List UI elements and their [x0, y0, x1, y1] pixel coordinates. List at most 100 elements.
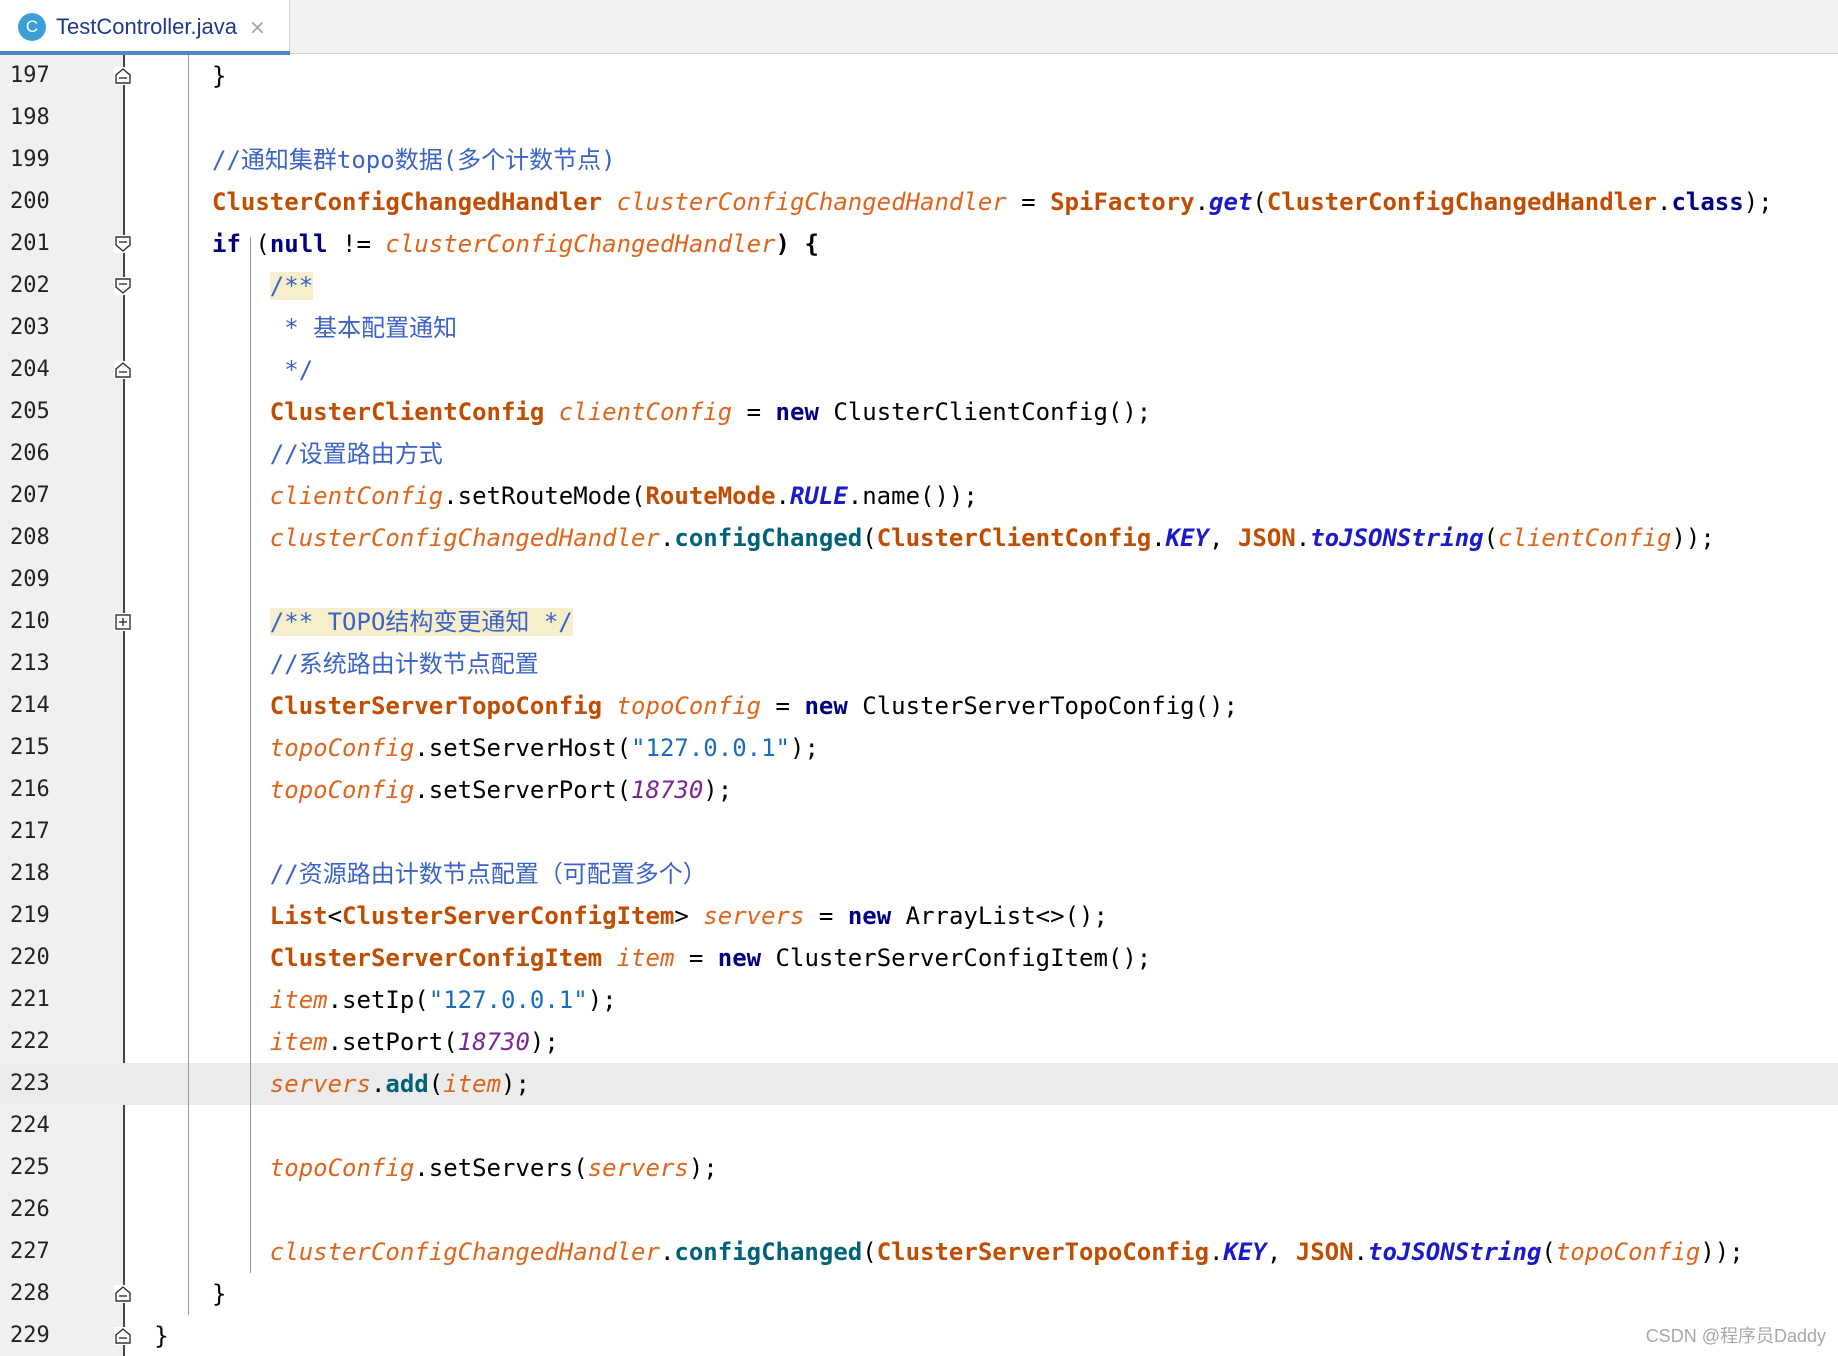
fold-start-icon[interactable] — [114, 235, 132, 253]
code-token: topoConfig — [269, 776, 415, 804]
line-number: 213 — [10, 651, 50, 676]
code-line[interactable]: 210 /** TOPO结构变更通知 */ — [0, 601, 1838, 643]
code-text: clientConfig.setRouteMode(RouteMode.RULE… — [270, 475, 978, 517]
code-line[interactable]: 200 ClusterConfigChangedHandler clusterCo… — [0, 181, 1838, 223]
code-token: != — [327, 230, 386, 258]
code-line[interactable]: 201 if (null != clusterConfigChangedHandl… — [0, 223, 1838, 265]
code-token: //通知集群topo数据(多个计数节点) — [212, 146, 616, 174]
code-token: ( — [428, 1070, 444, 1098]
code-line[interactable]: 225 topoConfig.setServers(servers); — [0, 1147, 1838, 1189]
fold-expand-icon[interactable] — [114, 613, 132, 631]
code-line[interactable]: 214 ClusterServerTopoConfig topoConfig = … — [0, 685, 1838, 727]
code-token: .setIp( — [327, 986, 429, 1014]
code-token: KEY — [1165, 524, 1210, 552]
code-token: ( — [862, 524, 877, 552]
code-text: if (null != clusterConfigChangedHandler)… — [212, 223, 819, 265]
fold-end-icon[interactable] — [114, 67, 132, 85]
code-token: = — [761, 692, 805, 720]
code-line[interactable]: 216 topoConfig.setServerPort(18730); — [0, 769, 1838, 811]
code-line[interactable]: 218 //资源路由计数节点配置（可配置多个） — [0, 853, 1838, 895]
code-token: SpiFactory — [1050, 188, 1195, 216]
code-token: ); — [703, 776, 733, 804]
line-number: 223 — [0, 1063, 124, 1105]
code-line[interactable]: 229} — [0, 1315, 1838, 1356]
code-token: ClusterServerConfigItem — [269, 944, 603, 972]
code-line[interactable]: 228} — [0, 1273, 1838, 1315]
code-token: . — [1194, 188, 1210, 216]
code-text: } — [154, 1315, 168, 1356]
code-editor[interactable]: 197} 198 199 //通知集群topo数据(多个计数节点) 200 Cluster… — [0, 55, 1838, 1356]
code-line[interactable]: 206 //设置路由方式 — [0, 433, 1838, 475]
code-token: "127.0.0.1" — [631, 734, 790, 762]
fold-end-icon[interactable] — [114, 361, 132, 379]
line-number: 220 — [10, 945, 50, 970]
code-token: //系统路由计数节点配置 — [269, 650, 539, 678]
line-number: 215 — [10, 735, 50, 760]
code-text: topoConfig.setServers(servers); — [270, 1147, 718, 1189]
close-icon[interactable]: × — [249, 15, 266, 39]
code-token: item — [443, 1070, 502, 1098]
code-text: //资源路由计数节点配置（可配置多个） — [270, 853, 707, 895]
code-line[interactable]: 221 item.setIp("127.0.0.1"); — [0, 979, 1838, 1021]
code-token: topoConfig — [616, 692, 762, 720]
code-token: RULE — [789, 482, 848, 510]
line-number: 222 — [10, 1029, 50, 1054]
line-number: 217 — [10, 819, 50, 844]
code-line[interactable]: 213 //系统路由计数节点配置 — [0, 643, 1838, 685]
code-line[interactable]: 207 clientConfig.setRouteMode(RouteMode.R… — [0, 475, 1838, 517]
code-token: ); — [587, 986, 617, 1014]
code-line[interactable]: 209 — [0, 559, 1838, 601]
line-number: 229 — [10, 1323, 50, 1348]
code-line[interactable]: 204 */ — [0, 349, 1838, 391]
fold-end-icon[interactable] — [114, 1327, 132, 1345]
code-line[interactable]: 215 topoConfig.setServerHost("127.0.0.1")… — [0, 727, 1838, 769]
code-token: . — [1209, 1238, 1224, 1266]
code-token: = — [1006, 188, 1051, 216]
code-line[interactable]: 197} — [0, 55, 1838, 97]
code-token: configChanged — [674, 524, 863, 552]
code-text: List<ClusterServerConfigItem> servers = … — [270, 895, 1108, 937]
code-line[interactable]: 205 ClusterClientConfig clientConfig = ne… — [0, 391, 1838, 433]
code-token: = — [804, 902, 848, 930]
code-text: topoConfig.setServerHost("127.0.0.1"); — [270, 727, 819, 769]
code-token: ( — [240, 230, 270, 258]
code-token: ClusterServerTopoConfig — [269, 692, 603, 720]
code-line[interactable]: 203 * 基本配置通知 — [0, 307, 1838, 349]
code-line[interactable]: 222 item.setPort(18730); — [0, 1021, 1838, 1063]
code-line[interactable]: 208 clusterConfigChangedHandler.configCha… — [0, 517, 1838, 559]
code-token: clusterConfigChangedHandler — [385, 230, 776, 258]
code-line[interactable]: 226 — [0, 1189, 1838, 1231]
code-token: )); — [1700, 1238, 1744, 1266]
code-line[interactable]: 227 clusterConfigChangedHandler.configCha… — [0, 1231, 1838, 1273]
code-token: ClusterClientConfig — [876, 524, 1152, 552]
code-line[interactable]: 223 servers.add(item); — [0, 1063, 1838, 1105]
code-token: .name()); — [847, 482, 978, 510]
editor-tab-bar: C TestController.java × — [0, 0, 1838, 55]
code-text: /** — [269, 265, 314, 307]
code-token: .setServers( — [414, 1154, 588, 1182]
code-line[interactable]: 220 ClusterServerConfigItem item = new Cl… — [0, 937, 1838, 979]
code-token: //设置路由方式 — [269, 440, 443, 468]
code-token: } — [212, 62, 227, 90]
code-text: clusterConfigChangedHandler.configChange… — [270, 1231, 1744, 1273]
code-token: = — [674, 944, 718, 972]
code-token: JSON — [1295, 1238, 1354, 1266]
fold-start-icon[interactable] — [114, 277, 132, 295]
code-line[interactable]: 202 /** — [0, 265, 1838, 307]
code-token: ( — [1252, 188, 1267, 216]
code-line[interactable]: 219 List<ClusterServerConfigItem> servers… — [0, 895, 1838, 937]
code-token: get — [1209, 188, 1253, 216]
code-line[interactable]: 217 — [0, 811, 1838, 853]
code-line[interactable]: 199 //通知集群topo数据(多个计数节点) — [0, 139, 1838, 181]
line-number: 197 — [10, 63, 50, 88]
code-token: clusterConfigChangedHandler — [269, 524, 660, 552]
code-token: . — [659, 1238, 675, 1266]
code-token: 18730 — [631, 776, 704, 804]
code-line[interactable]: 198 — [0, 97, 1838, 139]
tab-testcontroller[interactable]: C TestController.java × — [0, 0, 290, 55]
code-token: > — [674, 902, 704, 930]
code-line[interactable]: 224 — [0, 1105, 1838, 1147]
code-text: ClusterServerConfigItem item = new Clust… — [270, 937, 1151, 979]
fold-end-icon[interactable] — [114, 1285, 132, 1303]
